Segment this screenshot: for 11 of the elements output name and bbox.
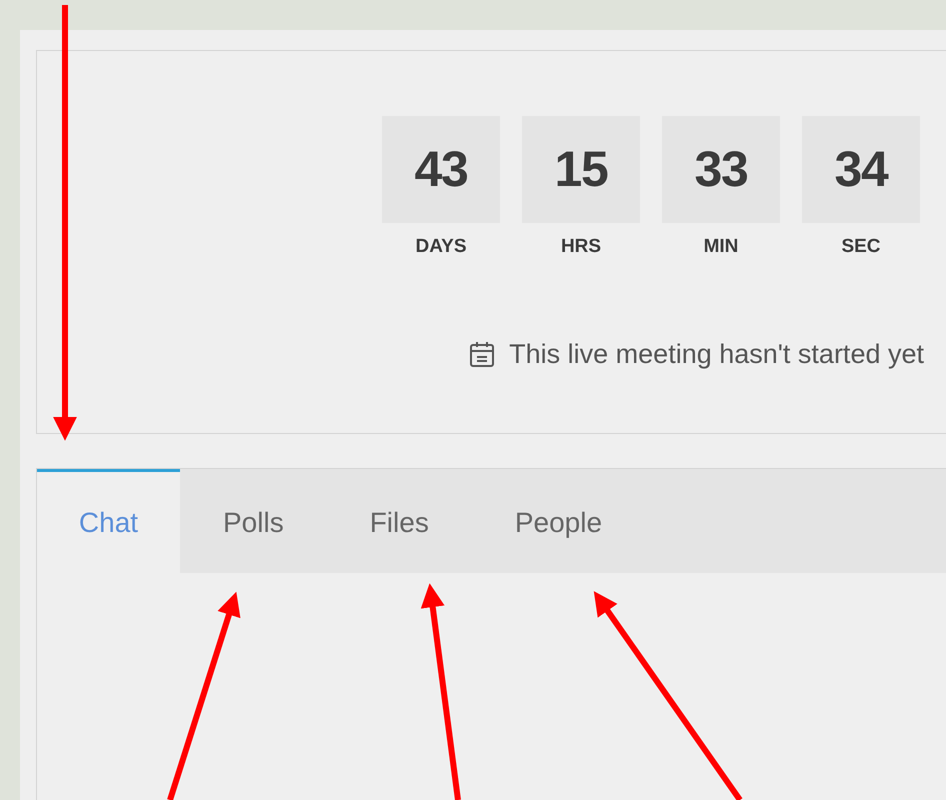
countdown-label: HRS	[560, 235, 602, 259]
countdown-label: MIN	[704, 235, 738, 259]
countdown-label: SEC	[841, 235, 881, 259]
countdown-label: DAYS	[415, 235, 467, 259]
tab[interactable]: Chat	[37, 469, 180, 573]
status-message: This live meeting hasn't started yet	[509, 338, 924, 371]
countdown-value: 33	[662, 116, 780, 223]
calendar-icon	[469, 340, 496, 368]
countdown-value: 15	[522, 116, 640, 223]
countdown-value: 43	[382, 116, 500, 223]
countdown-value: 34	[802, 116, 920, 223]
